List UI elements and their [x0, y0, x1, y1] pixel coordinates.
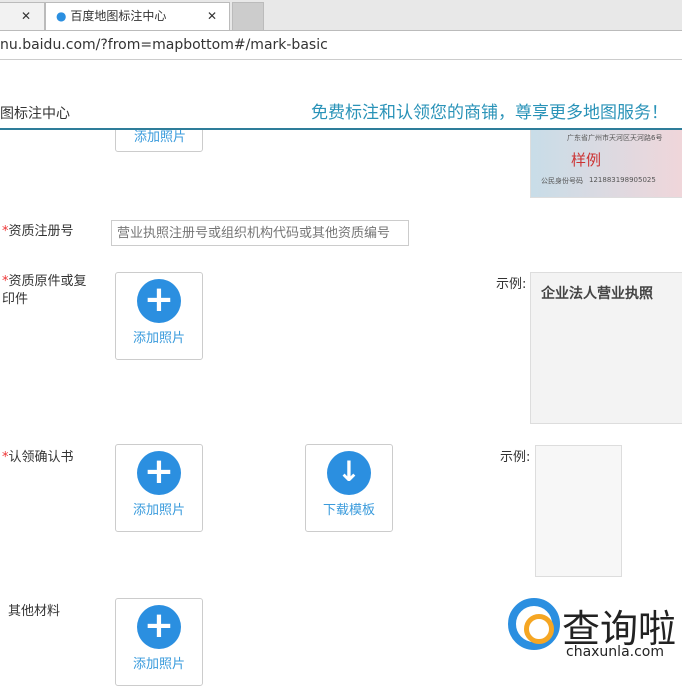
watermark-domain: chaxunla.com [566, 644, 664, 660]
tab-title: 百度地图标注中心 [70, 9, 167, 23]
reg-label: *资质注册号 [2, 224, 74, 239]
page-header: 图标注中心 免费标注和认领您的商铺，尊享更多地图服务！ [0, 90, 682, 130]
license-sample: 企业法人营业执照 [530, 272, 682, 424]
plus-icon: + [137, 605, 181, 649]
id-card-sample: 广东省广州市天河区天河路6号 样例 公民身份号码 121883198905025 [530, 128, 682, 198]
tab-active[interactable]: ● 百度地图标注中心 ✕ [45, 2, 230, 30]
add-photo-button-orig[interactable]: + 添加照片 [115, 272, 203, 360]
address-bar[interactable]: nu.baidu.com/?from=mapbottom#/mark-basic [0, 31, 682, 60]
reg-number-input[interactable] [111, 220, 409, 246]
url-text: nu.baidu.com/?from=mapbottom#/mark-basic [0, 37, 328, 53]
watermark-logo-icon [508, 598, 560, 650]
sample-label: 示例: [496, 277, 527, 292]
confirm-letter-sample [535, 445, 622, 577]
sample-label: 示例: [500, 450, 531, 465]
orig-label: *资质原件或复印件 [2, 274, 87, 307]
map-pin-icon: ● [56, 9, 67, 23]
slogan: 免费标注和认领您的商铺，尊享更多地图服务！ [311, 103, 668, 123]
download-icon: ↓ [327, 451, 371, 495]
download-template-button[interactable]: ↓ 下载模板 [305, 444, 393, 532]
add-photo-button-other[interactable]: + 添加照片 [115, 598, 203, 686]
close-icon[interactable]: ✕ [21, 9, 31, 23]
plus-icon: + [137, 279, 181, 323]
new-tab-button[interactable] [232, 2, 264, 30]
close-icon[interactable]: ✕ [207, 3, 217, 29]
tab-bar: ✕ ● 百度地图标注中心 ✕ [0, 0, 682, 31]
add-photo-button-confirm[interactable]: + 添加照片 [115, 444, 203, 532]
other-label: 其他材料 [8, 604, 61, 619]
plus-icon: + [137, 451, 181, 495]
confirm-label: *认领确认书 [2, 450, 74, 465]
tab-previous[interactable]: ✕ [0, 2, 45, 30]
site-title: 图标注中心 [0, 106, 70, 122]
